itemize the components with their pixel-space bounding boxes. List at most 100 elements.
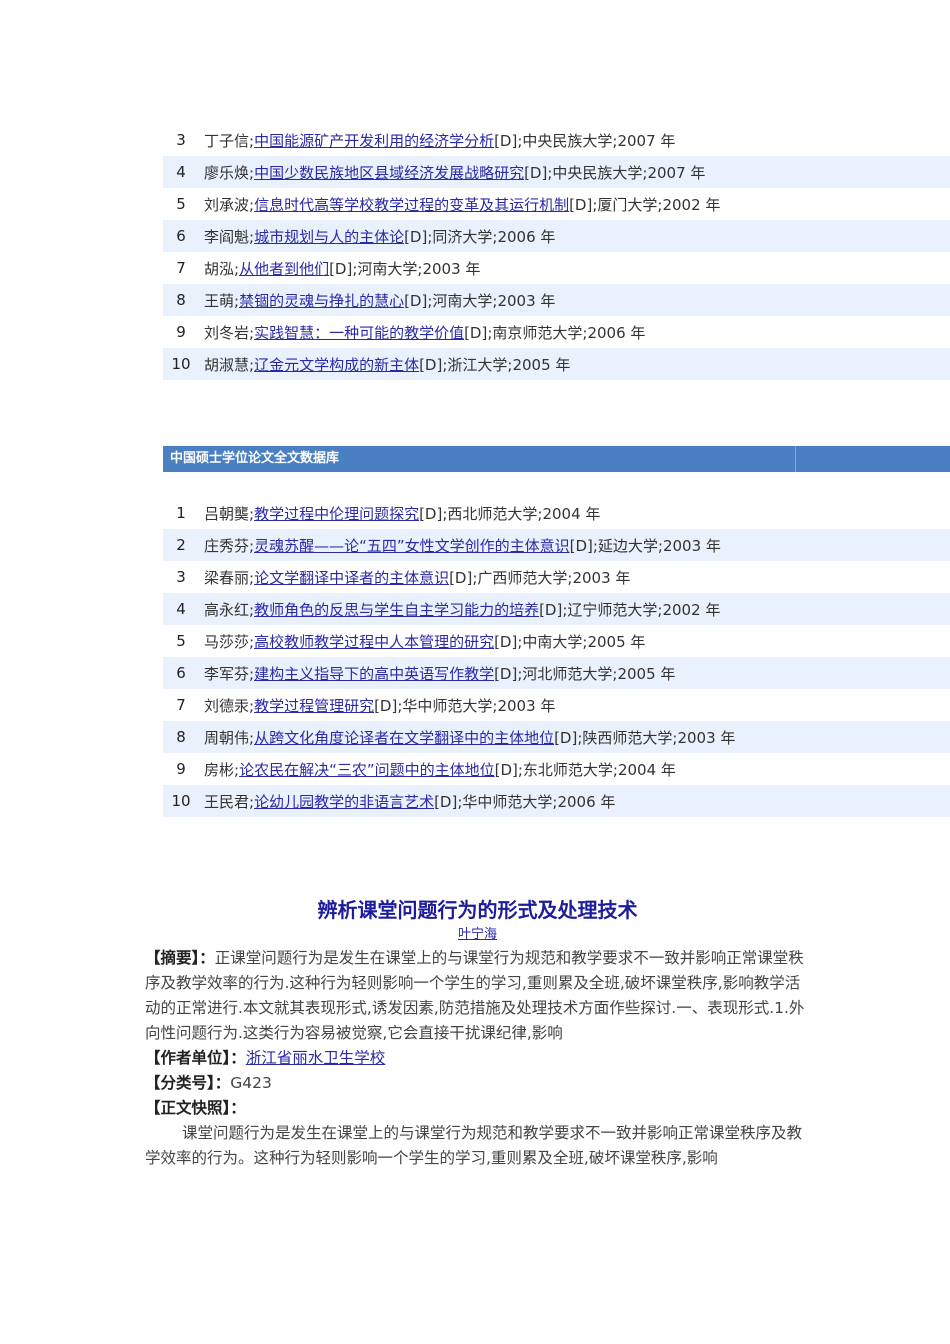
item-title-link[interactable]: 论幼儿园教学的非语言艺术 <box>254 793 434 811</box>
item-author: 庄秀芬; <box>204 536 255 555</box>
item-number: 3 <box>176 131 186 149</box>
list-item: 6 李阎魁;城市规划与人的主体论[D];同济大学;2006 年 <box>163 220 950 252</box>
item-source: [D];浙江大学;2005 年 <box>419 355 571 374</box>
item-source: [D];南京师范大学;2006 年 <box>464 323 646 342</box>
item-title-link[interactable]: 论文学翻译中译者的主体意识 <box>254 569 449 587</box>
item-title-link[interactable]: 禁锢的灵魂与挣扎的慧心 <box>239 292 404 310</box>
list-item: 7 胡泓;从他者到他们[D];河南大学;2003 年 <box>163 252 950 284</box>
item-author: 周朝伟; <box>204 728 255 747</box>
list-item: 6 李军芬;建构主义指导下的高中英语写作教学[D];河北师范大学;2005 年 <box>163 657 950 689</box>
item-title-link[interactable]: 从他者到他们 <box>239 260 329 278</box>
list-item: 8 周朝伟;从跨文化角度论译者在文学翻译中的主体地位[D];陕西师范大学;2003… <box>163 721 950 753</box>
item-title-link[interactable]: 中国少数民族地区县域经济发展战略研究 <box>254 164 524 182</box>
item-title-link[interactable]: 中国能源矿产开发利用的经济学分析 <box>254 132 494 150</box>
item-title-link[interactable]: 灵魂苏醒——论“五四”女性文学创作的主体意识 <box>254 537 570 555</box>
list-item: 5 刘承波;信息时代高等学校教学过程的变革及其运行机制[D];厦门大学;2002 … <box>163 188 950 220</box>
list-item: 2 庄秀芬;灵魂苏醒——论“五四”女性文学创作的主体意识[D];延边大学;2003… <box>163 529 950 561</box>
unit-label: 【作者单位】： <box>145 1049 246 1067</box>
list-item: 8 王萌;禁锢的灵魂与挣扎的慧心[D];河南大学;2003 年 <box>163 284 950 316</box>
list-item: 4 廖乐焕;中国少数民族地区县域经济发展战略研究[D];中央民族大学;2007 年 <box>163 156 950 188</box>
item-author: 高永红; <box>204 600 255 619</box>
item-source: [D];同济大学;2006 年 <box>404 227 556 246</box>
class-label: 【分类号】： <box>145 1074 231 1092</box>
item-number: 5 <box>176 632 186 650</box>
item-title-link[interactable]: 城市规划与人的主体论 <box>254 228 404 246</box>
snapshot-label: 【正文快照】： <box>145 1099 246 1117</box>
item-title-link[interactable]: 教师角色的反思与学生自主学习能力的培养 <box>254 601 539 619</box>
item-author: 刘德汞; <box>204 696 255 715</box>
item-author: 廖乐焕; <box>204 163 255 182</box>
item-title-link[interactable]: 论农民在解决“三农”问题中的主体地位 <box>239 761 495 779</box>
list-item: 7 刘德汞;教学过程管理研究[D];华中师范大学;2003 年 <box>163 689 950 721</box>
item-number: 10 <box>171 792 191 810</box>
item-source: [D];辽宁师范大学;2002 年 <box>539 600 721 619</box>
item-author: 李军芬; <box>204 664 255 683</box>
item-author: 王萌; <box>204 291 240 310</box>
item-source: [D];中央民族大学;2007 年 <box>524 163 706 182</box>
item-number: 8 <box>176 291 186 309</box>
reference-list-masters: 1 吕朝龑;教学过程中伦理问题探究[D];西北师范大学;2004 年 2 庄秀芬;灵魂… <box>163 497 950 817</box>
classification: 【分类号】：G423 <box>145 1071 810 1096</box>
item-title-link[interactable]: 辽金元文学构成的新主体 <box>254 356 419 374</box>
section-header-title: 中国硕士学位论文全文数据库 <box>170 451 340 466</box>
section-header-masters-db: 中国硕士学位论文全文数据库 <box>163 446 950 472</box>
snapshot-text: 课堂问题行为是发生在课堂上的与课堂行为规范和教学要求不一致并影响正常课堂秩序及教… <box>145 1124 803 1167</box>
item-title-link[interactable]: 信息时代高等学校教学过程的变革及其运行机制 <box>254 196 569 214</box>
list-item: 3 丁子信;中国能源矿产开发利用的经济学分析[D];中央民族大学;2007 年 <box>163 124 950 156</box>
item-title-link[interactable]: 高校教师教学过程中人本管理的研究 <box>254 633 494 651</box>
class-value: G423 <box>230 1074 272 1092</box>
item-author: 刘承波; <box>204 195 255 214</box>
item-title-link[interactable]: 从跨文化角度论译者在文学翻译中的主体地位 <box>254 729 554 747</box>
item-title-link[interactable]: 建构主义指导下的高中英语写作教学 <box>254 665 494 683</box>
reference-list-doctoral: 3 丁子信;中国能源矿产开发利用的经济学分析[D];中央民族大学;2007 年4廖… <box>163 124 950 380</box>
abstract-text: 正课堂问题行为是发生在课堂上的与课堂行为规范和教学要求不一致并影响正常课堂秩序及… <box>145 949 805 1042</box>
item-number: 9 <box>176 323 186 341</box>
item-number: 8 <box>176 728 186 746</box>
list-item: 10 王民君;论幼儿园教学的非语言艺术[D];华中师范大学;2006 年 <box>163 785 950 817</box>
item-source: [D];华中师范大学;2003 年 <box>374 696 556 715</box>
item-author: 王民君; <box>204 792 255 811</box>
item-title-link[interactable]: 教学过程管理研究 <box>254 697 374 715</box>
item-number: 9 <box>176 760 186 778</box>
item-source: [D];中南大学;2005 年 <box>494 632 646 651</box>
item-source: [D];河南大学;2003 年 <box>404 291 556 310</box>
item-number: 5 <box>176 195 186 213</box>
item-author: 李阎魁; <box>204 227 255 246</box>
item-source: [D];东北师范大学;2004 年 <box>494 760 676 779</box>
item-author: 丁子信; <box>204 131 255 150</box>
item-number: 1 <box>176 504 186 522</box>
unit-link[interactable]: 浙江省丽水卫生学校 <box>246 1049 386 1067</box>
item-number: 2 <box>176 536 186 554</box>
item-author: 吕朝龑; <box>204 504 255 523</box>
item-number: 4 <box>176 163 186 181</box>
list-item: 10 胡淑慧;辽金元文学构成的新主体[D];浙江大学;2005 年 <box>163 348 950 380</box>
item-author: 胡泓; <box>204 259 240 278</box>
item-number: 7 <box>176 259 186 277</box>
list-item: 5 马莎莎;高校教师教学过程中人本管理的研究[D];中南大学;2005 年 <box>163 625 950 657</box>
author-unit: 【作者单位】：浙江省丽水卫生学校 <box>145 1046 810 1071</box>
item-source: [D];华中师范大学;2006 年 <box>434 792 616 811</box>
item-number: 6 <box>176 227 186 245</box>
item-title-link[interactable]: 实践智慧：一种可能的教学价值 <box>254 324 464 342</box>
item-source: [D];陕西师范大学;2003 年 <box>554 728 736 747</box>
item-number: 6 <box>176 664 186 682</box>
item-author: 梁春丽; <box>204 568 255 587</box>
article-author-link[interactable]: 叶宁海 <box>458 927 497 942</box>
item-source: [D];延边大学;2003 年 <box>569 536 721 555</box>
item-author: 刘冬岩; <box>204 323 255 342</box>
item-source: [D];厦门大学;2002 年 <box>569 195 721 214</box>
item-author: 马莎莎; <box>204 632 255 651</box>
item-source: [D];河北师范大学;2005 年 <box>494 664 676 683</box>
item-author: 房彬; <box>204 760 240 779</box>
abstract-label: 【摘要】： <box>145 949 215 967</box>
list-item: 9 刘冬岩;实践智慧：一种可能的教学价值[D];南京师范大学;2006 年 <box>163 316 950 348</box>
header-divider <box>795 446 796 472</box>
item-title-link[interactable]: 教学过程中伦理问题探究 <box>254 505 419 523</box>
item-source: [D];中央民族大学;2007 年 <box>494 131 676 150</box>
article-title: 辨析课堂问题行为的形式及处理技术 <box>317 898 638 922</box>
item-source: [D];河南大学;2003 年 <box>329 259 481 278</box>
list-item: 9 房彬;论农民在解决“三农”问题中的主体地位[D];东北师范大学;2004 年 <box>163 753 950 785</box>
list-item: 3 梁春丽;论文学翻译中译者的主体意识[D];广西师范大学;2003 年 <box>163 561 950 593</box>
item-number: 4 <box>176 600 186 618</box>
item-number: 7 <box>176 696 186 714</box>
